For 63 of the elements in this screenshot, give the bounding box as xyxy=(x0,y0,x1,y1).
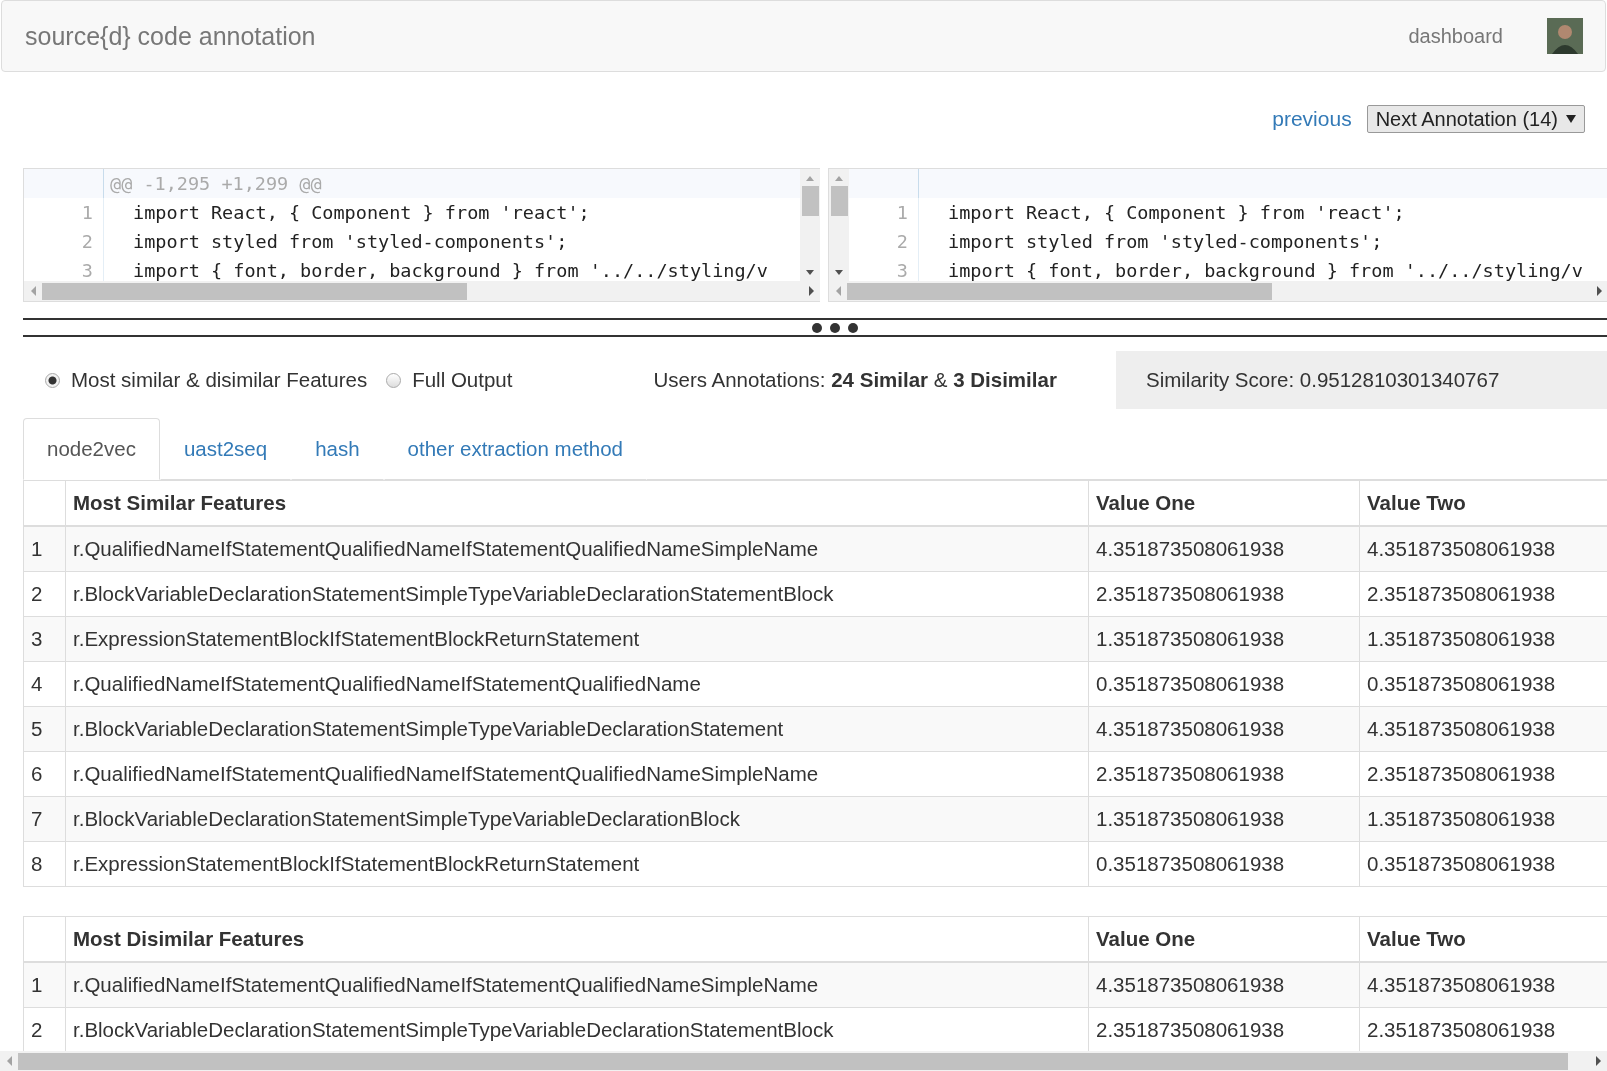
table-cell: 4.351873508061938 xyxy=(1088,706,1360,752)
radio-option[interactable]: Most similar & disimilar Features xyxy=(45,368,368,392)
table-cell: r.QualifiedNameIfStatementQualifiedNameIfStatementQualifiedNameSimpleName xyxy=(65,526,1089,572)
horizontal-scrollbar[interactable] xyxy=(24,281,820,301)
table-cell: 1.351873508061938 xyxy=(1088,796,1360,842)
line-number: 2 xyxy=(24,227,104,256)
table-cell: r.QualifiedNameIfStatementQualifiedNameIfStatementQualifiedNameSimpleName xyxy=(65,962,1089,1008)
table-cell: r.QualifiedNameIfStatementQualifiedNameIfStatementQualifiedName xyxy=(65,661,1089,707)
table-cell: r.BlockVariableDeclarationStatementSimpleTypeVariableDeclarationStatementBlock xyxy=(65,571,1089,617)
code-line: import React, { Component } from 'react'; xyxy=(947,202,1405,223)
next-annotation-dropdown[interactable]: Next Annotation (14) xyxy=(1366,105,1585,133)
resize-handle[interactable] xyxy=(23,318,1607,337)
table-cell: 8 xyxy=(23,841,66,887)
dashboard-link[interactable]: dashboard xyxy=(1408,24,1503,48)
table-cell: 7 xyxy=(23,796,66,842)
horizontal-scrollbar[interactable] xyxy=(0,1051,1607,1071)
table-cell: r.BlockVariableDeclarationStatementSimpleTypeVariableDeclarationBlock xyxy=(65,796,1089,842)
caret-icon xyxy=(1566,115,1576,123)
table-cell: 4.351873508061938 xyxy=(1359,962,1607,1008)
table-cell: 4.351873508061938 xyxy=(1359,706,1607,752)
table-cell: 1.351873508061938 xyxy=(1088,616,1360,662)
line-number: 1 xyxy=(24,198,104,227)
vertical-scrollbar[interactable] xyxy=(829,169,849,281)
code-line: import React, { Component } from 'react'; xyxy=(132,202,590,223)
line-number: 1 xyxy=(849,198,919,227)
table-cell: 2 xyxy=(23,571,66,617)
code-line: import { font, border, background } from '../../styling/v xyxy=(132,260,768,281)
table-cell: 0.351873508061938 xyxy=(1088,841,1360,887)
table-cell: 5 xyxy=(23,706,66,752)
table-cell: 1 xyxy=(23,962,66,1008)
table-cell: 2.351873508061938 xyxy=(1088,571,1360,617)
table-cell: r.ExpressionStatementBlockIfStatementBlockReturnStatement xyxy=(65,616,1089,662)
line-number: 2 xyxy=(849,227,919,256)
tab[interactable]: node2vec xyxy=(23,418,160,480)
users-annotations: Users Annotations: 24 Similar & 3 Disimilar xyxy=(653,368,1057,392)
table-cell: 3 xyxy=(23,616,66,662)
table-cell: 4 xyxy=(23,661,66,707)
tab[interactable]: other extraction method xyxy=(383,418,647,480)
tab[interactable]: uast2seq xyxy=(159,418,292,480)
table-cell: 1 xyxy=(23,526,66,572)
table-cell: r.ExpressionStatementBlockIfStatementBlockReturnStatement xyxy=(65,841,1089,887)
table-cell: 6 xyxy=(23,751,66,797)
table-cell: 1.351873508061938 xyxy=(1359,796,1607,842)
similarity-score: Similarity Score: 0.9512810301340767 xyxy=(1116,351,1607,409)
table-cell: 4.351873508061938 xyxy=(1088,526,1360,572)
table-cell: 0.351873508061938 xyxy=(1088,661,1360,707)
table-cell: 4.351873508061938 xyxy=(1359,526,1607,572)
table-cell: r.QualifiedNameIfStatementQualifiedNameIfStatementQualifiedNameSimpleName xyxy=(65,751,1089,797)
tab[interactable]: hash xyxy=(291,418,384,480)
code-line: import { font, border, background } from '../../styling/v xyxy=(947,260,1583,281)
vertical-scrollbar[interactable] xyxy=(800,169,820,281)
avatar[interactable] xyxy=(1547,18,1583,54)
previous-link[interactable]: previous xyxy=(1272,107,1352,131)
table-cell: r.BlockVariableDeclarationStatementSimpleTypeVariableDeclarationStatement xyxy=(65,706,1089,752)
radio-option[interactable]: Full Output xyxy=(386,368,513,392)
table-cell: 1.351873508061938 xyxy=(1359,616,1607,662)
hunk-header: @@ -1,295 +1,299 @@ xyxy=(109,173,322,194)
code-line: import styled from 'styled-components'; xyxy=(132,231,568,252)
code-line: import styled from 'styled-components'; xyxy=(947,231,1383,252)
app-title[interactable]: source{d} code annotation xyxy=(25,21,316,51)
table-cell: 2.351873508061938 xyxy=(1088,751,1360,797)
horizontal-scrollbar[interactable] xyxy=(829,281,1607,301)
table-cell: 4.351873508061938 xyxy=(1088,962,1360,1008)
